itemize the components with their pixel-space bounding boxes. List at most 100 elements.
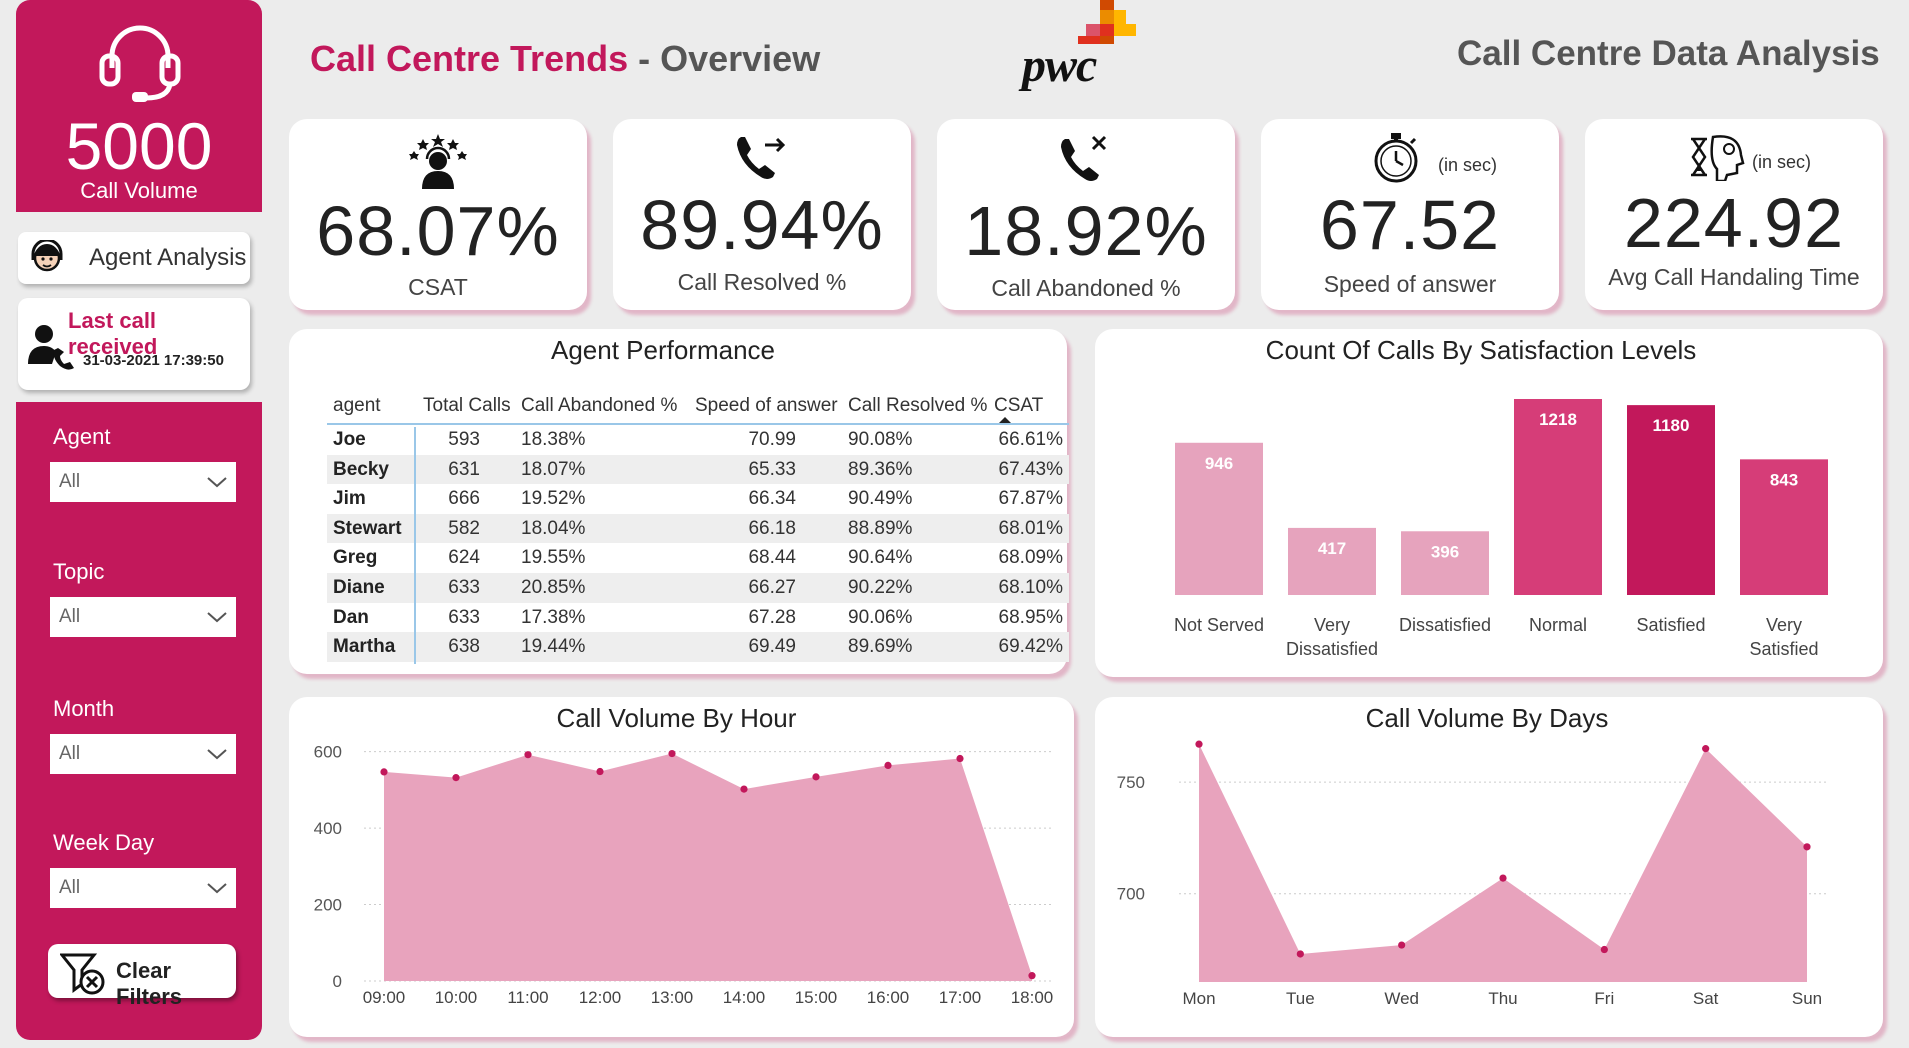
hourly-volume-panel: Call Volume By Hour 0 200 400 600 09:00 10:00… <box>289 697 1074 1037</box>
chevron-down-icon <box>207 612 227 623</box>
cell-call-resolved: 90.64% <box>848 547 913 569</box>
data-point[interactable] <box>1296 950 1304 958</box>
data-point[interactable] <box>884 761 892 770</box>
hourly-volume-area-chart: 0 200 400 600 09:00 10:00 11:00 12:00 13:00 14:00… <box>314 743 1054 1007</box>
page-title-main: Call Centre Trends <box>310 38 629 79</box>
x-tick-label: 11:00 <box>507 988 548 1007</box>
weekday-dropdown[interactable]: All <box>50 868 236 908</box>
area-fill <box>384 753 1032 981</box>
agent-dropdown[interactable]: All <box>50 462 236 502</box>
cell-speed-of-answer: 70.99 <box>748 429 796 450</box>
table-row[interactable]: Greg 624 19.55% 68.44 90.64% 68.09% <box>327 543 1069 573</box>
y-tick-label: 0 <box>333 972 342 991</box>
x-tick-label: 13:00 <box>651 988 694 1007</box>
agent-performance-title: Agent Performance <box>550 335 775 365</box>
kpi-csat-label: CSAT <box>408 274 468 300</box>
cell-csat: 68.95% <box>998 606 1063 628</box>
data-point[interactable] <box>668 749 676 758</box>
data-point[interactable] <box>1702 745 1710 753</box>
month-dropdown[interactable]: All <box>50 734 236 774</box>
customer-satisfaction-icon <box>409 134 467 189</box>
data-point[interactable] <box>1803 843 1811 851</box>
chevron-down-icon <box>207 749 227 760</box>
x-tick-label: Sun <box>1792 989 1822 1008</box>
column-header-speed-of-answer[interactable]: Speed of answer <box>695 395 838 417</box>
daily-volume-area-chart: 700 750 Mon Tue Wed Thu Fri Sat Sun <box>1117 740 1827 1008</box>
bar-category-label: Very <box>1766 615 1802 635</box>
cell-csat: 67.43% <box>998 458 1063 480</box>
pwc-logo: pwc <box>1022 0 1146 92</box>
data-point[interactable] <box>956 754 964 763</box>
table-row[interactable]: Joe 593 18.38% 70.99 90.08% 66.61% <box>327 425 1069 455</box>
data-point[interactable] <box>1028 972 1036 980</box>
clear-filters-label: Clear Filters <box>116 958 183 1009</box>
clear-filters-button[interactable]: Clear Filters <box>48 944 236 1009</box>
filter-label-month: Month <box>53 696 115 721</box>
kpi-csat-value: 68.07% <box>316 192 560 270</box>
cell-call-resolved: 90.06% <box>848 606 913 628</box>
data-point[interactable] <box>812 773 820 781</box>
cell-speed-of-answer: 68.44 <box>748 547 796 569</box>
column-header-csat[interactable]: CSAT <box>994 395 1043 417</box>
headset-icon <box>99 25 181 102</box>
y-tick-label: 200 <box>314 896 342 915</box>
page-title: Call Centre Trends - Overview <box>310 38 820 80</box>
dashboard-title: Call Centre Data Analysis <box>1457 34 1880 73</box>
sidebar: 5000 Call Volume Agent Analysis Last cal… <box>16 0 262 1040</box>
data-point[interactable] <box>1499 874 1507 882</box>
cell-agent: Becky <box>333 458 389 480</box>
data-point[interactable] <box>1398 941 1406 949</box>
kpi-call-resolved-value: 89.94% <box>640 186 884 264</box>
cell-speed-of-answer: 66.34 <box>748 488 796 510</box>
agent-analysis-button[interactable]: Agent Analysis <box>18 232 250 284</box>
cell-total-calls: 638 <box>448 636 480 658</box>
cell-total-calls: 582 <box>448 517 480 539</box>
data-point[interactable] <box>452 774 460 782</box>
bar-2[interactable] <box>1401 531 1489 595</box>
table-row[interactable]: Diane 633 20.85% 66.27 90.22% 68.10% <box>327 572 1069 603</box>
data-point[interactable] <box>1600 945 1608 954</box>
chevron-down-icon <box>207 477 227 488</box>
cell-call-resolved: 90.22% <box>848 576 913 598</box>
x-tick-label: Wed <box>1384 989 1419 1008</box>
cell-csat: 67.87% <box>998 488 1063 510</box>
data-point[interactable] <box>1195 740 1203 748</box>
table-row[interactable]: Dan 633 17.38% 67.28 90.06% 68.95% <box>327 603 1069 633</box>
cell-call-resolved: 89.36% <box>848 458 913 480</box>
table-row[interactable]: Jim 666 19.52% 66.34 90.49% 67.87% <box>327 484 1069 514</box>
cell-call-abandoned: 18.07% <box>521 458 586 480</box>
kpi-call-abandoned-value: 18.92% <box>964 192 1208 270</box>
data-point[interactable] <box>380 768 388 776</box>
column-header-call-resolved[interactable]: Call Resolved % <box>848 395 987 417</box>
column-header-agent[interactable]: agent <box>333 395 381 417</box>
table-column-divider <box>414 427 416 664</box>
cell-csat: 68.09% <box>998 547 1063 569</box>
page-title-sub: Overview <box>660 38 821 79</box>
area-fill <box>1199 744 1807 982</box>
pwc-logo-text: pwc <box>1022 39 1097 92</box>
filter-label-agent: Agent <box>53 424 111 449</box>
table-row[interactable]: Martha 638 19.44% 69.49 89.69% 69.42% <box>327 632 1069 662</box>
x-tick-label: 17:00 <box>939 988 982 1007</box>
bar-category-label: Dissatisfied <box>1399 615 1491 635</box>
cell-total-calls: 624 <box>448 547 480 569</box>
bar-category-label: Not Served <box>1174 615 1264 635</box>
x-tick-label: 18:00 <box>1011 988 1054 1007</box>
call-volume-label: Call Volume <box>80 178 198 203</box>
data-point[interactable] <box>524 751 532 759</box>
topic-dropdown[interactable]: All <box>50 597 236 637</box>
data-point[interactable] <box>596 767 604 776</box>
column-header-total-calls[interactable]: Total Calls <box>423 395 511 417</box>
kpi-avg-handling-time-label: Avg Call Handaling Time <box>1608 264 1860 290</box>
data-point[interactable] <box>740 785 748 793</box>
table-row[interactable]: Becky 631 18.07% 65.33 89.36% 67.43% <box>327 454 1069 485</box>
cell-agent: Martha <box>333 636 396 658</box>
hourglass-head-icon <box>1691 135 1745 181</box>
cell-call-resolved: 90.49% <box>848 488 913 510</box>
column-header-call-abandoned[interactable]: Call Abandoned % <box>521 395 677 417</box>
bar-value-label: 946 <box>1205 454 1233 473</box>
bar-value-label: 417 <box>1318 539 1346 558</box>
cell-total-calls: 633 <box>448 606 480 628</box>
table-row[interactable]: Stewart 582 18.04% 66.18 88.89% 68.01% <box>327 513 1069 544</box>
cell-speed-of-answer: 65.33 <box>748 458 796 480</box>
